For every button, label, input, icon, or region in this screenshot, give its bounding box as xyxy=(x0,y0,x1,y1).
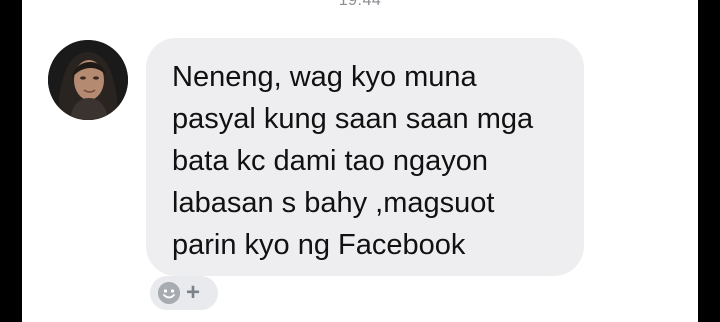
add-reaction-button[interactable]: + xyxy=(150,276,218,310)
message-line-5: parin kyo ng Facebook xyxy=(172,229,466,261)
avatar-photo xyxy=(48,40,128,120)
message-timestamp: 19:44 xyxy=(338,0,382,9)
plus-icon: + xyxy=(186,279,201,306)
message-line-2: pasyal kung saan saan mga xyxy=(172,103,534,135)
chat-view: 19:44 Neneng, wag kyo muna pasyal kung s… xyxy=(22,0,698,322)
message-line-1: Neneng, wag kyo muna xyxy=(172,61,477,93)
avatar[interactable] xyxy=(48,40,128,120)
smiley-icon xyxy=(158,282,180,304)
message-line-3: bata kc dami tao ngayon xyxy=(172,145,488,177)
message-line-4: labasan s bahy ,magsuot xyxy=(172,187,495,219)
message-bubble[interactable]: Neneng, wag kyo muna pasyal kung saan sa… xyxy=(146,38,584,276)
